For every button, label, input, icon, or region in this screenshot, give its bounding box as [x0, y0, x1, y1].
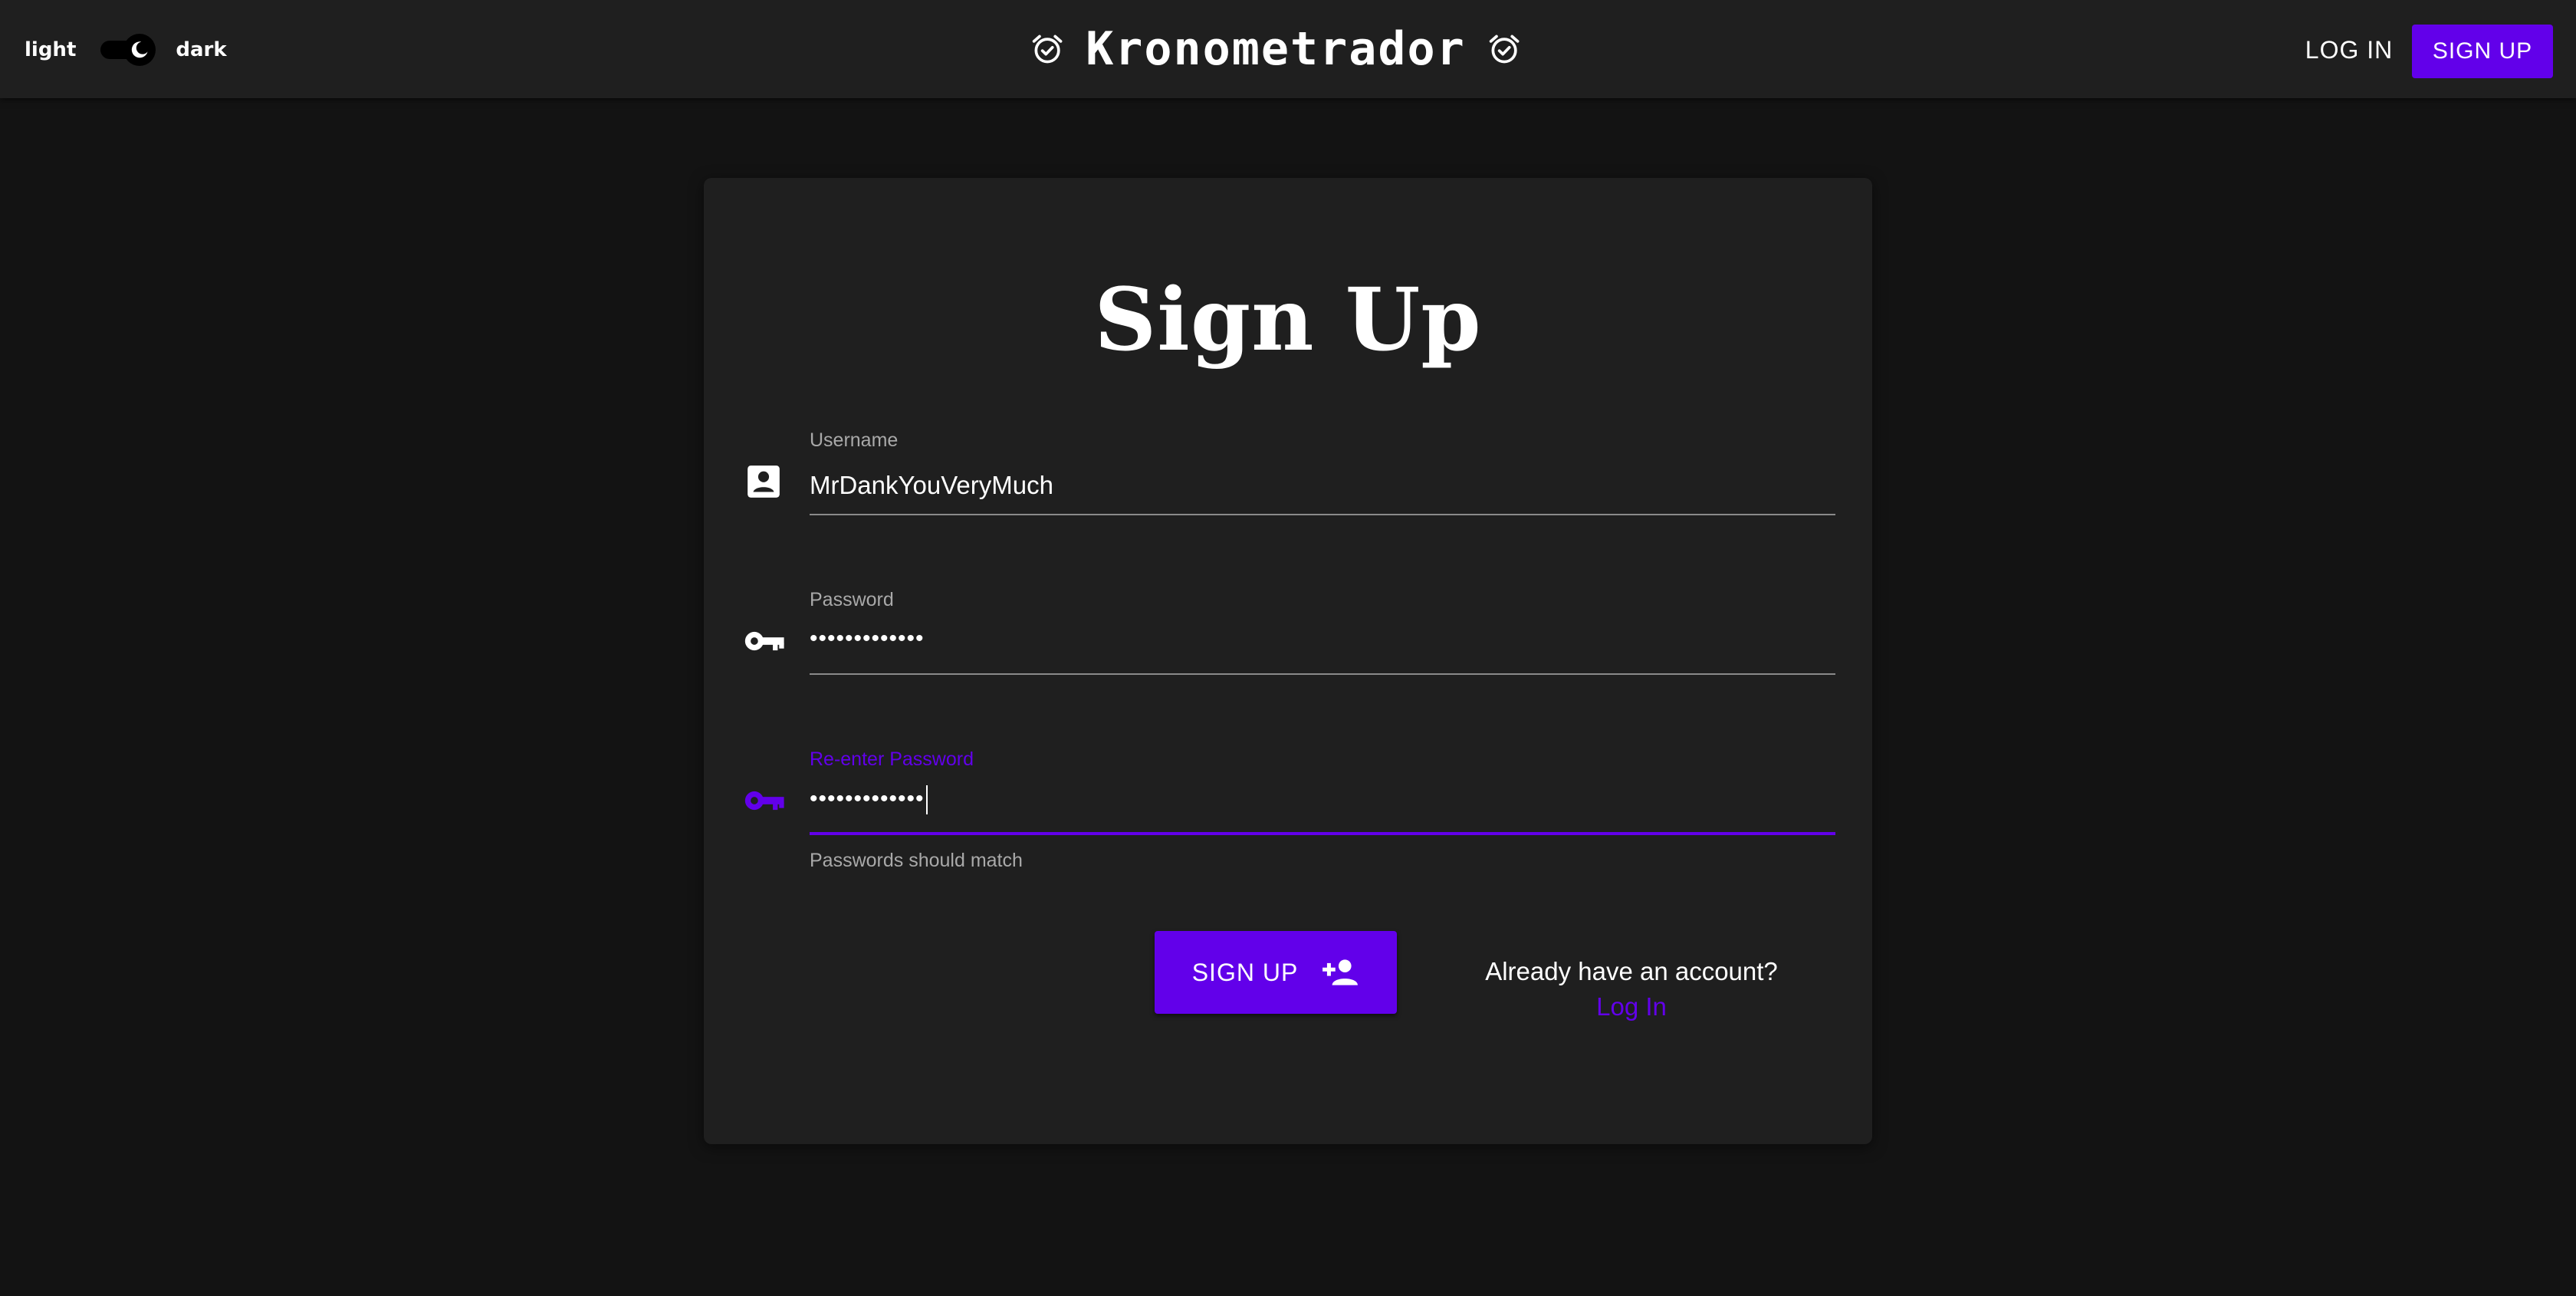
app-brand: Kronometrador	[1030, 14, 1521, 84]
username-input[interactable]	[810, 466, 1835, 505]
reenter-password-underline	[810, 832, 1835, 835]
text-caret	[925, 785, 928, 814]
app-title: Kronometrador	[1086, 22, 1466, 76]
signup-submit-button[interactable]: SIGN UP	[1155, 931, 1397, 1014]
signup-card: Sign Up Username Password •••••••••••••	[704, 178, 1872, 1144]
password-field: Password •••••••••••••	[810, 589, 1835, 678]
username-label: Username	[810, 429, 899, 451]
helper-text: Passwords should match	[810, 850, 1023, 871]
login-link[interactable]: Log In	[1470, 992, 1792, 1021]
moon-icon	[132, 41, 148, 58]
theme-dark-label: dark	[176, 38, 227, 61]
password-underline	[810, 673, 1835, 675]
alarm-on-icon	[1489, 35, 1520, 64]
alarm-on-icon	[1032, 35, 1063, 64]
login-nav-button[interactable]: LOG IN	[2295, 26, 2403, 74]
theme-light-label: light	[25, 38, 77, 61]
reenter-password-input[interactable]: •••••••••••••	[810, 785, 1835, 824]
contact-card-icon	[741, 459, 787, 505]
switch-thumb[interactable]	[123, 34, 156, 66]
page-title: Sign Up	[1094, 270, 1482, 370]
signup-nav-button[interactable]: SIGN UP	[2412, 25, 2553, 78]
password-input[interactable]: •••••••••••••	[810, 626, 1835, 664]
signup-submit-label: SIGN UP	[1191, 958, 1299, 986]
username-underline	[810, 514, 1835, 515]
already-have-account-text: Already have an account?	[1485, 957, 1778, 985]
theme-toggle: light dark	[25, 32, 227, 67]
theme-switch[interactable]	[96, 32, 157, 67]
person-add-icon	[1322, 959, 1359, 985]
key-icon	[741, 618, 787, 664]
username-field: Username	[810, 429, 1835, 518]
password-label: Password	[810, 589, 894, 610]
top-app-bar: light dark Kronometrador LOG IN SIGN UP	[0, 0, 2576, 98]
reenter-password-value: •••••••••••••	[810, 785, 925, 811]
key-icon	[741, 778, 787, 824]
reenter-password-label: Re-enter Password	[810, 748, 974, 770]
reenter-password-field: Re-enter Password •••••••••••••	[810, 748, 1835, 837]
